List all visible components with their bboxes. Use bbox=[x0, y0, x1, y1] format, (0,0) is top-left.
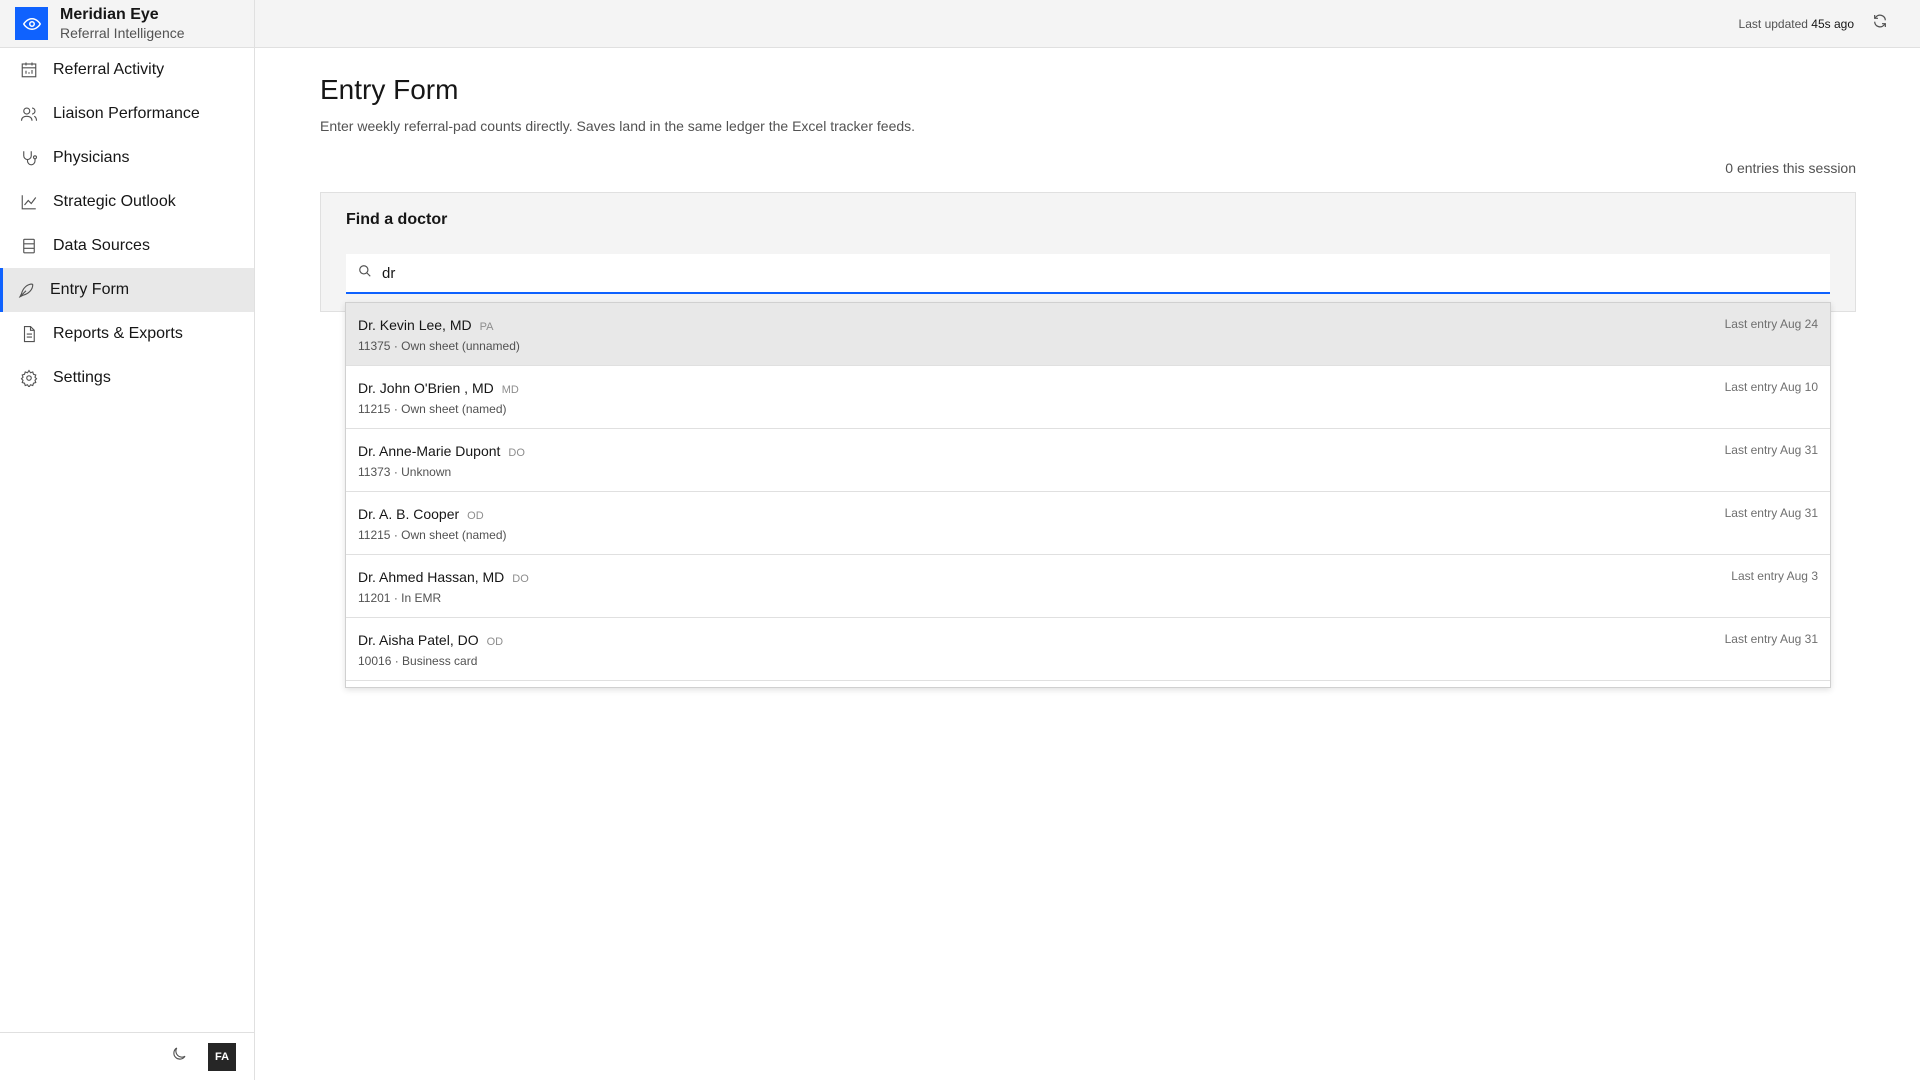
sidebar-item-label: Data Sources bbox=[53, 237, 150, 254]
result-row[interactable]: Dr. Ahmed Hassan, MD DO 11201 · In EMR La… bbox=[346, 555, 1830, 618]
search-field[interactable] bbox=[346, 254, 1830, 294]
database-icon bbox=[19, 236, 39, 256]
sidebar-item-strategic-outlook[interactable]: Strategic Outlook bbox=[0, 180, 254, 224]
find-doctor-card: Find a doctor bbox=[320, 192, 1856, 312]
page-title: Entry Form bbox=[320, 74, 459, 105]
sidebar-item-label: Settings bbox=[53, 369, 111, 386]
doctor-details: 10016 · Business card bbox=[358, 654, 478, 668]
doctor-details: 11215 · Own sheet (named) bbox=[358, 402, 507, 416]
pen-icon bbox=[16, 280, 36, 300]
sidebar-item-referral-activity[interactable]: Referral Activity bbox=[0, 48, 254, 92]
sidebar-item-data-sources[interactable]: Data Sources bbox=[0, 224, 254, 268]
sidebar-footer: FA bbox=[0, 1032, 254, 1080]
doctor-name: Dr. Kevin Lee, MD bbox=[358, 317, 472, 333]
last-entry: Last entry Aug 24 bbox=[1724, 317, 1818, 331]
result-row[interactable]: Dr. A. B. Cooper OD 11215 · Own sheet (na… bbox=[346, 492, 1830, 555]
dropdown-scroll-edge bbox=[346, 681, 1830, 687]
result-row[interactable]: Dr. Kevin Lee, MD PA 11375 · Own sheet (u… bbox=[346, 303, 1830, 366]
last-updated-value: 45s ago bbox=[1811, 16, 1854, 31]
result-row[interactable]: Dr. Anne-Marie Dupont DO 11373 · Unknown … bbox=[346, 429, 1830, 492]
doctor-details: 11215 · Own sheet (named) bbox=[358, 528, 507, 542]
sidebar-item-physicians[interactable]: Physicians bbox=[0, 136, 254, 180]
brand-header[interactable]: Meridian Eye Referral Intelligence bbox=[0, 0, 254, 48]
sidebar-nav: Referral Activity Liaison Performance Ph… bbox=[0, 48, 254, 400]
doctor-credential: OD bbox=[486, 636, 504, 648]
doctor-details: 11375 · Own sheet (unnamed) bbox=[358, 339, 520, 353]
doctor-name: Dr. Aisha Patel, DO bbox=[358, 632, 479, 648]
moon-icon[interactable] bbox=[170, 1045, 188, 1068]
eye-icon bbox=[15, 7, 48, 40]
last-entry: Last entry Aug 31 bbox=[1724, 632, 1818, 646]
gear-icon bbox=[19, 368, 39, 388]
session-count: 0 entries this session bbox=[1725, 160, 1856, 176]
sidebar-item-label: Liaison Performance bbox=[53, 105, 200, 122]
doctor-credential: DO bbox=[512, 573, 529, 585]
doctor-credential: MD bbox=[501, 384, 519, 396]
doctor-name: Dr. A. B. Cooper bbox=[358, 506, 460, 522]
doctor-credential: PA bbox=[479, 321, 494, 333]
sidebar-item-reports-exports[interactable]: Reports & Exports bbox=[0, 312, 254, 356]
doctor-name: Dr. Anne-Marie Dupont bbox=[358, 443, 501, 459]
search-input[interactable] bbox=[382, 264, 982, 282]
last-entry: Last entry Aug 3 bbox=[1731, 569, 1818, 583]
last-updated-text: Last updated 45s ago bbox=[1739, 17, 1854, 31]
topbar: Last updated 45s ago bbox=[255, 0, 1920, 48]
last-entry: Last entry Aug 31 bbox=[1724, 443, 1818, 457]
sidebar-item-label: Referral Activity bbox=[53, 61, 165, 78]
doctor-credential: OD bbox=[467, 510, 484, 522]
doctor-credential: DO bbox=[508, 447, 525, 459]
last-updated-prefix: Last updated bbox=[1738, 16, 1808, 31]
doctor-name: Dr. Ahmed Hassan, MD bbox=[358, 569, 505, 585]
line-chart-icon bbox=[19, 192, 39, 212]
page-description: Enter weekly referral-pad counts directl… bbox=[320, 118, 916, 134]
find-doctor-title: Find a doctor bbox=[346, 211, 448, 228]
sidebar: Meridian Eye Referral Intelligence Refer… bbox=[0, 0, 255, 1080]
sidebar-item-label: Entry Form bbox=[50, 281, 130, 298]
search-icon bbox=[358, 264, 372, 283]
sidebar-item-settings[interactable]: Settings bbox=[0, 356, 254, 400]
search-results-dropdown: Dr. Kevin Lee, MD PA 11375 · Own sheet (u… bbox=[345, 302, 1831, 688]
last-entry: Last entry Aug 31 bbox=[1724, 506, 1818, 520]
stethoscope-icon bbox=[19, 148, 39, 168]
sidebar-item-liaison-performance[interactable]: Liaison Performance bbox=[0, 92, 254, 136]
result-row[interactable]: Dr. Aisha Patel, DO OD 10016 · Business c… bbox=[346, 618, 1830, 681]
document-icon bbox=[19, 324, 39, 344]
refresh-icon[interactable] bbox=[1872, 13, 1888, 34]
calendar-chart-icon bbox=[19, 60, 39, 80]
sidebar-item-label: Physicians bbox=[53, 149, 130, 166]
result-row[interactable]: Dr. John O'Brien , MD MD 11215 · Own shee… bbox=[346, 366, 1830, 429]
doctor-name: Dr. John O'Brien , MD bbox=[358, 380, 494, 396]
brand-subtitle: Referral Intelligence bbox=[60, 24, 185, 41]
avatar[interactable]: FA bbox=[208, 1042, 236, 1071]
sidebar-item-label: Strategic Outlook bbox=[53, 193, 176, 210]
last-entry: Last entry Aug 10 bbox=[1724, 380, 1818, 394]
sidebar-item-entry-form[interactable]: Entry Form bbox=[0, 268, 254, 312]
brand-name: Meridian Eye bbox=[60, 6, 159, 24]
sidebar-item-label: Reports & Exports bbox=[53, 325, 183, 342]
main-content: Entry Form Enter weekly referral-pad cou… bbox=[320, 48, 1856, 312]
doctor-details: 11373 · Unknown bbox=[358, 465, 452, 479]
doctor-details: 11201 · In EMR bbox=[358, 591, 442, 605]
users-icon bbox=[19, 104, 39, 124]
